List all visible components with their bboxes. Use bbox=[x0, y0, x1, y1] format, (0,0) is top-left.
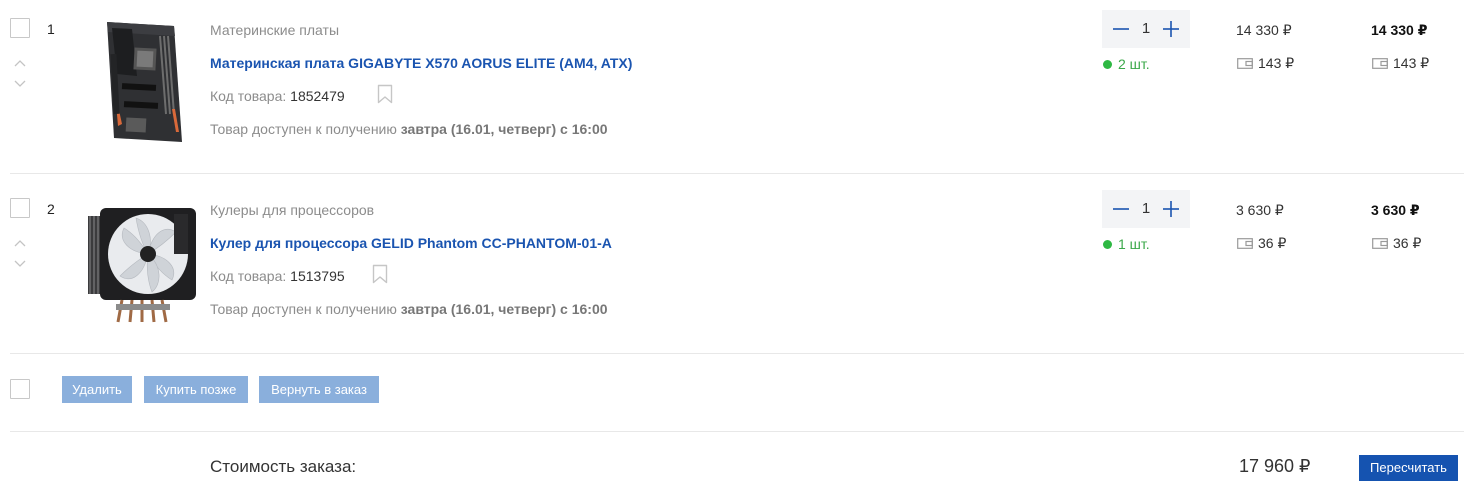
item-checkbox[interactable] bbox=[10, 198, 30, 218]
unit-price: 3 630 ₽ bbox=[1236, 202, 1284, 218]
move-up-icon[interactable] bbox=[14, 239, 26, 247]
increase-quantity-button[interactable] bbox=[1158, 194, 1184, 224]
wallet-icon bbox=[1372, 238, 1388, 249]
unit-bonus-value: 36 ₽ bbox=[1258, 235, 1287, 251]
quantity-value[interactable]: 1 bbox=[1136, 20, 1156, 37]
wallet-icon bbox=[1237, 58, 1253, 69]
availability-date: завтра (16.01, четверг) с 16:00 bbox=[400, 121, 608, 137]
item-code: Код товара: 1852479 bbox=[210, 88, 345, 104]
item-code-label: Код товара: bbox=[210, 268, 287, 284]
unit-price: 14 330 ₽ bbox=[1236, 22, 1292, 38]
item-code-value: 1513795 bbox=[290, 268, 345, 284]
availability-prefix: Товар доступен к получению bbox=[210, 121, 397, 137]
move-down-icon[interactable] bbox=[14, 80, 26, 88]
cart-item-row: 2 Кулеры для процессоров Кулер для проце… bbox=[10, 180, 1464, 354]
bookmark-icon[interactable] bbox=[377, 84, 393, 104]
item-code: Код товара: 1513795 bbox=[210, 268, 345, 284]
decrease-quantity-button[interactable] bbox=[1108, 14, 1134, 44]
item-title-link[interactable]: Материнская плата GIGABYTE X570 AORUS EL… bbox=[210, 55, 632, 71]
total-price: 14 330 ₽ bbox=[1371, 22, 1428, 38]
stock-status: 2 шт. bbox=[1103, 56, 1150, 72]
item-availability: Товар доступен к получению завтра (16.01… bbox=[210, 301, 608, 317]
item-index: 1 bbox=[47, 21, 55, 37]
total-bonus-value: 36 ₽ bbox=[1393, 235, 1422, 251]
buy-later-button[interactable]: Купить позже bbox=[144, 376, 248, 403]
item-checkbox[interactable] bbox=[10, 18, 30, 38]
unit-bonus: 143 ₽ bbox=[1237, 55, 1294, 72]
delete-button[interactable]: Удалить bbox=[62, 376, 132, 403]
move-down-icon[interactable] bbox=[14, 260, 26, 268]
item-code-label: Код товара: bbox=[210, 88, 287, 104]
bookmark-icon[interactable] bbox=[372, 264, 388, 284]
decrease-quantity-button[interactable] bbox=[1108, 194, 1134, 224]
total-bonus: 36 ₽ bbox=[1372, 235, 1421, 252]
total-bonus-value: 143 ₽ bbox=[1393, 55, 1430, 71]
in-stock-dot-icon bbox=[1103, 60, 1112, 69]
availability-prefix: Товар доступен к получению bbox=[210, 301, 397, 317]
recalculate-button[interactable]: Пересчитать bbox=[1359, 455, 1458, 481]
item-title-link[interactable]: Кулер для процессора GELID Phantom CC-PH… bbox=[210, 235, 612, 251]
order-total-label: Стоимость заказа: bbox=[210, 457, 357, 476]
stock-status: 1 шт. bbox=[1103, 236, 1150, 252]
increase-quantity-button[interactable] bbox=[1158, 14, 1184, 44]
order-total-value: 17 960 ₽ bbox=[1239, 456, 1311, 476]
availability-date: завтра (16.01, четверг) с 16:00 bbox=[400, 301, 608, 317]
move-up-icon[interactable] bbox=[14, 59, 26, 67]
motherboard-image[interactable] bbox=[82, 14, 204, 144]
total-price: 3 630 ₽ bbox=[1371, 202, 1420, 218]
item-availability: Товар доступен к получению завтра (16.01… bbox=[210, 121, 608, 137]
cart-item-row: 1 Материнские платы Материнская плата GI… bbox=[10, 0, 1464, 174]
quantity-stepper: 1 bbox=[1102, 190, 1190, 228]
item-category: Кулеры для процессоров bbox=[210, 202, 375, 218]
item-code-value: 1852479 bbox=[290, 88, 345, 104]
bulk-actions-bar: Удалить Купить позже Вернуть в заказ bbox=[10, 354, 1464, 432]
item-category: Материнские платы bbox=[210, 22, 340, 38]
cpu-cooler-image[interactable] bbox=[82, 194, 204, 324]
return-to-order-button[interactable]: Вернуть в заказ bbox=[259, 376, 379, 403]
unit-bonus: 36 ₽ bbox=[1237, 235, 1286, 252]
unit-bonus-value: 143 ₽ bbox=[1258, 55, 1295, 71]
wallet-icon bbox=[1237, 238, 1253, 249]
quantity-value[interactable]: 1 bbox=[1136, 200, 1156, 217]
stock-count: 2 шт. bbox=[1118, 56, 1150, 72]
item-index: 2 bbox=[47, 201, 55, 217]
total-bonus: 143 ₽ bbox=[1372, 55, 1429, 72]
in-stock-dot-icon bbox=[1103, 240, 1112, 249]
stock-count: 1 шт. bbox=[1118, 236, 1150, 252]
wallet-icon bbox=[1372, 58, 1388, 69]
quantity-stepper: 1 bbox=[1102, 10, 1190, 48]
select-all-checkbox[interactable] bbox=[10, 379, 30, 399]
